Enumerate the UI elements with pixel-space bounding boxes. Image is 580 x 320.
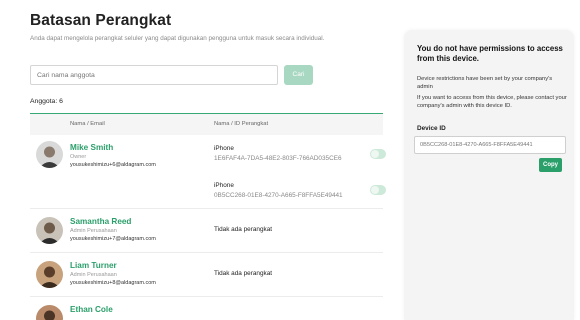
members-table: Nama / Email Nama / ID Perangkat Mike Sm… (30, 113, 386, 320)
avatar (36, 217, 63, 244)
member-name[interactable]: Ethan Cole (70, 305, 113, 314)
avatar (36, 261, 63, 288)
copy-button[interactable]: Copy (539, 158, 562, 172)
member-email: yousukeshimizu+8@aldagram.com (70, 280, 156, 286)
no-device-text: Tidak ada perangkat (214, 226, 273, 233)
member-search-input[interactable] (30, 65, 278, 85)
device-toggle[interactable] (370, 185, 386, 195)
table-row: Samantha Reed Admin Perusahaan yousukesh… (30, 209, 383, 253)
member-count: Anggota: 6 (30, 98, 63, 105)
avatar (36, 141, 63, 168)
device-name: iPhone (214, 182, 234, 189)
member-name[interactable]: Samantha Reed (70, 217, 131, 226)
panel-instructions: If you want to access from this device, … (417, 95, 567, 110)
page-title: Batasan Perangkat (30, 12, 172, 29)
avatar (36, 305, 63, 320)
panel-message: Device restrictions have been set by you… (417, 76, 553, 91)
member-email: yousukeshimizu+6@aldagram.com (70, 162, 156, 168)
device-toggle[interactable] (370, 149, 386, 159)
table-row: Mike Smith Owner yousukeshimizu+6@aldagr… (30, 135, 386, 209)
page-description: Anda dapat mengelola perangkat seluler y… (30, 35, 325, 42)
device-id-field[interactable]: 0B5CC268-01E8-4270-A665-F8FFA5E49441 (414, 136, 566, 154)
header-device: Nama / ID Perangkat (214, 121, 269, 127)
member-role: Owner (70, 154, 87, 160)
device-id-label: Device ID (417, 125, 446, 132)
table-row: Liam Turner Admin Perusahaan yousukeshim… (30, 253, 383, 297)
search-button[interactable]: Cari (284, 65, 313, 85)
panel-title: You do not have permissions to access fr… (417, 44, 563, 63)
table-header: Nama / Email Nama / ID Perangkat (30, 114, 383, 135)
access-denied-panel: You do not have permissions to access fr… (404, 30, 574, 320)
table-row: Ethan Cole (30, 297, 383, 320)
member-name[interactable]: Liam Turner (70, 261, 117, 270)
no-device-text: Tidak ada perangkat (214, 270, 273, 277)
header-name-email: Nama / Email (70, 121, 105, 127)
device-id: 1E6FAF4A-7DA5-48E2-803F-766AD035CE6 (214, 155, 342, 162)
member-email: yousukeshimizu+7@aldagram.com (70, 236, 156, 242)
member-name[interactable]: Mike Smith (70, 143, 113, 152)
member-role: Admin Perusahaan (70, 228, 117, 234)
device-name: iPhone (214, 145, 234, 152)
device-id: 0B5CC268-01E8-4270-A665-F8FFA5E49441 (214, 192, 343, 199)
member-role: Admin Perusahaan (70, 272, 117, 278)
